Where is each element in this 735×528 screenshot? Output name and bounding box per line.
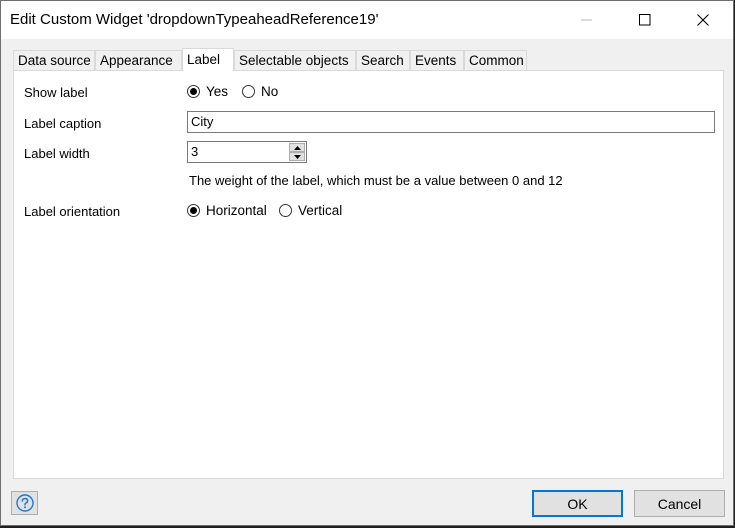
window-title: Edit Custom Widget 'dropdownTypeaheadRef… [10,11,379,28]
label-width-value: 3 [191,144,199,159]
tab-search[interactable]: Search [356,50,410,70]
dialog-window: Edit Custom Widget 'dropdownTypeaheadRef… [0,0,734,526]
radio-label: Vertical [298,203,343,218]
orientation-horizontal-radio[interactable]: Horizontal [187,203,267,218]
ok-button[interactable]: OK [532,490,623,517]
maximize-button[interactable] [622,1,668,39]
stepper-up-button[interactable] [289,143,305,152]
minimize-button[interactable] [564,1,610,39]
tab-common[interactable]: Common [464,50,527,70]
help-button[interactable] [11,491,38,515]
tab-events[interactable]: Events [410,50,464,70]
caret-down-icon [293,154,301,159]
minimize-icon [581,19,592,21]
stepper-down-button[interactable] [289,152,305,161]
radio-label: Yes [206,84,229,99]
close-button[interactable] [680,1,726,39]
radio-unchecked-icon [279,204,292,217]
radio-unchecked-icon [242,85,255,98]
tab-selectable-objects[interactable]: Selectable objects [234,50,356,70]
show-label-no-radio[interactable]: No [242,84,278,99]
tab-appearance[interactable]: Appearance [95,50,182,70]
radio-label: No [261,84,279,99]
radio-label: Horizontal [206,203,267,218]
label-caption-input[interactable]: City [187,111,715,133]
tab-strip: Data source Appearance Label Selectable … [13,48,725,71]
label-width-stepper[interactable]: 3 [187,141,307,163]
label-orientation-label: Label orientation [24,204,121,219]
orientation-vertical-radio[interactable]: Vertical [279,203,342,218]
radio-checked-icon [187,204,200,217]
tab-panel-label: Show label Yes No Label caption City Lab… [13,70,724,479]
help-icon [15,494,34,512]
label-width-hint: The weight of the label, which must be a… [189,173,563,188]
maximize-icon [639,14,651,26]
radio-checked-icon [187,85,200,98]
cancel-button[interactable]: Cancel [634,490,725,517]
label-caption-label: Label caption [24,116,102,131]
close-icon [697,14,709,26]
tab-label[interactable]: Label [182,48,234,71]
tab-data-source[interactable]: Data source [13,50,95,70]
caret-up-icon [293,145,301,150]
title-bar[interactable]: Edit Custom Widget 'dropdownTypeaheadRef… [1,1,733,39]
show-label-label: Show label [24,85,88,100]
show-label-yes-radio[interactable]: Yes [187,84,228,99]
label-width-label: Label width [24,146,90,161]
